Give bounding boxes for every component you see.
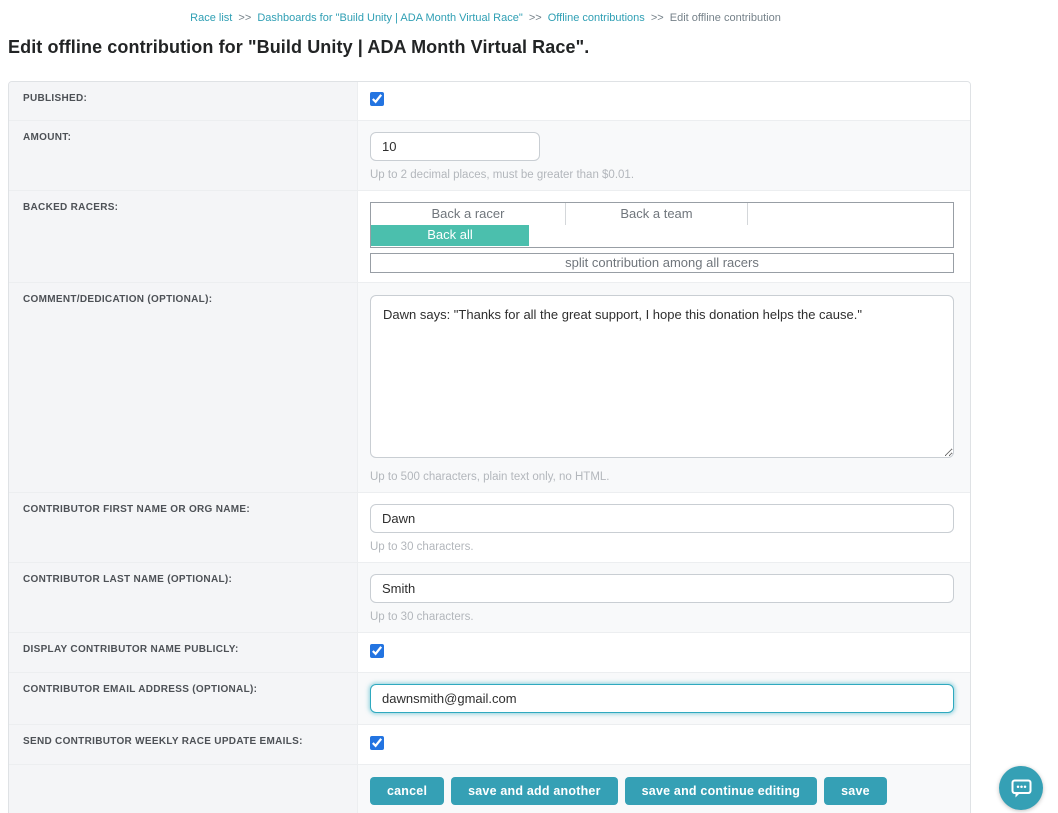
tab-back-a-racer[interactable]: Back a racer	[371, 203, 566, 225]
amount-label: AMOUNT:	[9, 121, 358, 190]
breadcrumb-separator: >>	[651, 12, 664, 24]
row-amount: AMOUNT: Up to 2 decimal places, must be …	[9, 121, 970, 191]
display-publicly-checkbox[interactable]	[370, 644, 384, 658]
breadcrumb-link-dashboards[interactable]: Dashboards for "Build Unity | ADA Month …	[257, 12, 522, 24]
first-name-help-text: Up to 30 characters.	[370, 541, 954, 553]
row-last-name: CONTRIBUTOR LAST NAME (OPTIONAL): Up to …	[9, 563, 970, 633]
tab-back-a-team[interactable]: Back a team	[566, 203, 748, 225]
comment-help-text: Up to 500 characters, plain text only, n…	[370, 471, 954, 483]
comment-label: COMMENT/DEDICATION (OPTIONAL):	[9, 283, 358, 492]
row-first-name: CONTRIBUTOR FIRST NAME OR ORG NAME: Up t…	[9, 493, 970, 563]
breadcrumb: Race list >> Dashboards for "Build Unity…	[0, 0, 971, 24]
tab-spacer	[748, 203, 953, 225]
breadcrumb-link-offline-contributions[interactable]: Offline contributions	[548, 12, 645, 24]
row-comment: COMMENT/DEDICATION (OPTIONAL): Dawn says…	[9, 283, 970, 493]
amount-help-text: Up to 2 decimal places, must be greater …	[370, 169, 954, 181]
chat-widget-button[interactable]	[999, 766, 1043, 810]
published-checkbox[interactable]	[370, 92, 384, 106]
row-weekly-emails: SEND CONTRIBUTOR WEEKLY RACE UPDATE EMAI…	[9, 725, 970, 765]
comment-textarea[interactable]: Dawn says: "Thanks for all the great sup…	[370, 295, 954, 458]
row-email: CONTRIBUTOR EMAIL ADDRESS (OPTIONAL):	[9, 673, 970, 725]
breadcrumb-separator: >>	[238, 12, 251, 24]
email-input[interactable]	[370, 684, 954, 713]
actions-label-spacer	[9, 765, 358, 813]
row-display-publicly: DISPLAY CONTRIBUTOR NAME PUBLICLY:	[9, 633, 970, 673]
published-label: PUBLISHED:	[9, 82, 358, 120]
last-name-input[interactable]	[370, 574, 954, 603]
cancel-button[interactable]: cancel	[370, 777, 444, 805]
email-label: CONTRIBUTOR EMAIL ADDRESS (OPTIONAL):	[9, 673, 358, 724]
row-published: PUBLISHED:	[9, 82, 970, 121]
first-name-input[interactable]	[370, 504, 954, 533]
save-button[interactable]: save	[824, 777, 887, 805]
chat-bubble-icon	[1011, 779, 1032, 798]
backed-racers-label: BACKED RACERS:	[9, 191, 358, 282]
row-backed-racers: BACKED RACERS: Back a racer Back a team …	[9, 191, 970, 283]
tab-back-all-selected[interactable]: Back all	[371, 225, 529, 246]
display-publicly-label: DISPLAY CONTRIBUTOR NAME PUBLICLY:	[9, 633, 358, 672]
page-title: Edit offline contribution for "Build Uni…	[8, 37, 1058, 58]
last-name-label: CONTRIBUTOR LAST NAME (OPTIONAL):	[9, 563, 358, 632]
breadcrumb-link-race-list[interactable]: Race list	[190, 12, 232, 24]
breadcrumb-current-page: Edit offline contribution	[670, 12, 781, 24]
save-and-continue-editing-button[interactable]: save and continue editing	[625, 777, 818, 805]
amount-input[interactable]	[370, 132, 540, 161]
breadcrumb-separator: >>	[529, 12, 542, 24]
edit-contribution-form: PUBLISHED: AMOUNT: Up to 2 decimal place…	[8, 81, 971, 813]
last-name-help-text: Up to 30 characters.	[370, 611, 954, 623]
backed-racers-tab-group: Back a racer Back a team Back all	[370, 202, 954, 248]
weekly-emails-checkbox[interactable]	[370, 736, 384, 750]
row-actions: cancel save and add another save and con…	[9, 765, 970, 813]
split-contribution-option[interactable]: split contribution among all racers	[370, 253, 954, 273]
first-name-label: CONTRIBUTOR FIRST NAME OR ORG NAME:	[9, 493, 358, 562]
save-and-add-another-button[interactable]: save and add another	[451, 777, 618, 805]
weekly-emails-label: SEND CONTRIBUTOR WEEKLY RACE UPDATE EMAI…	[9, 725, 358, 764]
